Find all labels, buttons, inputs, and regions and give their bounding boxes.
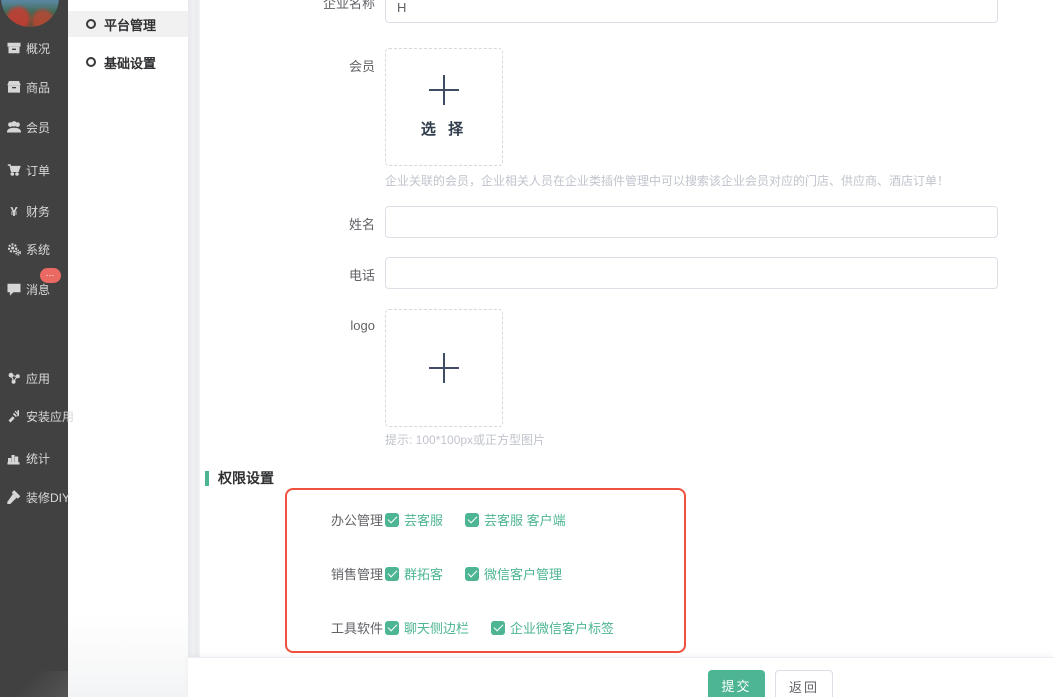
name-input[interactable] xyxy=(385,206,998,238)
sidebar-item-label: 概况 xyxy=(26,40,50,57)
name-label: 姓名 xyxy=(200,214,375,233)
checkbox-wechat-customer-mgmt[interactable]: 微信客户管理 xyxy=(465,564,562,583)
stats-icon xyxy=(7,451,21,465)
primary-sidebar: 概况 商品 会员 订单 财务 系统 消息 … xyxy=(0,0,68,697)
apps-icon xyxy=(7,371,21,385)
checkbox-quntuoke[interactable]: 群拓客 xyxy=(385,564,443,583)
section-bar-icon xyxy=(205,471,209,486)
phone-label: 电话 xyxy=(200,265,375,284)
submenu-item-basic-settings[interactable]: 基础设置 xyxy=(68,49,188,75)
member-label: 会员 xyxy=(200,56,375,75)
sidebar-item-label: 系统 xyxy=(26,241,50,258)
system-icon xyxy=(7,242,21,256)
sidebar-item-label: 应用 xyxy=(26,370,50,387)
radio-circle-icon xyxy=(86,19,96,29)
scrollbar-track[interactable] xyxy=(188,0,200,697)
sidebar-item-label: 财务 xyxy=(26,203,50,220)
members-icon xyxy=(7,120,21,134)
plus-icon xyxy=(429,75,459,105)
checkbox-yunkefu[interactable]: 芸客服 xyxy=(385,510,443,529)
secondary-sidebar: 平台管理 基础设置 xyxy=(68,0,188,697)
sidebar-item-decorate-diy[interactable]: 装修DIY xyxy=(7,487,70,507)
logo-hint: 提示: 100*100px或正方型图片 xyxy=(385,431,545,448)
perm-group-label-sales: 销售管理 xyxy=(331,564,383,583)
submit-button[interactable]: 提交 xyxy=(708,670,765,697)
sidebar-item-apps[interactable]: 应用 xyxy=(7,368,50,388)
company-name-input[interactable] xyxy=(385,0,998,23)
perm-options-tools: 聊天侧边栏 企业微信客户标签 xyxy=(385,618,614,637)
sidebar-item-label: 统计 xyxy=(26,450,50,467)
checkbox-checked-icon[interactable] xyxy=(385,567,399,581)
submenu-item-label: 基础设置 xyxy=(104,53,156,72)
permissions-section-header: 权限设置 xyxy=(205,468,274,488)
radio-circle-icon xyxy=(86,57,96,67)
sidebar-item-label: 安装应用 xyxy=(26,408,74,425)
sidebar-item-members[interactable]: 会员 xyxy=(7,117,50,137)
sidebar-item-overview[interactable]: 概况 xyxy=(7,38,50,58)
sidebar-item-label: 订单 xyxy=(26,162,50,179)
sidebar-item-label: 商品 xyxy=(26,79,50,96)
avatar[interactable] xyxy=(1,0,59,27)
sidebar-item-statistics[interactable]: 统计 xyxy=(7,448,50,468)
member-picker-box[interactable]: 选 择 xyxy=(385,48,503,166)
sidebar-item-finance[interactable]: 财务 xyxy=(7,201,50,221)
sidebar-item-label: 会员 xyxy=(26,119,50,136)
checkbox-chat-sidebar[interactable]: 聊天侧边栏 xyxy=(385,618,469,637)
choose-button[interactable]: 选 择 xyxy=(421,118,467,139)
perm-group-label-tools: 工具软件 xyxy=(331,618,383,637)
overview-icon xyxy=(7,41,21,55)
form-footer: 提交 返回 xyxy=(188,657,1054,697)
checkbox-checked-icon[interactable] xyxy=(465,567,479,581)
logo-upload-box[interactable] xyxy=(385,309,503,427)
perm-options-sales: 群拓客 微信客户管理 xyxy=(385,564,562,583)
sidebar-item-label: 装修DIY xyxy=(26,489,70,506)
company-name-label: 企业名称 xyxy=(200,0,375,12)
submenu-item-label: 平台管理 xyxy=(104,15,156,34)
sidebar-item-orders[interactable]: 订单 xyxy=(7,160,50,180)
checkbox-checked-icon[interactable] xyxy=(465,513,479,527)
plus-icon xyxy=(429,353,459,383)
back-button[interactable]: 返回 xyxy=(775,670,833,697)
sidebar-item-system[interactable]: 系统 xyxy=(7,239,50,259)
sidebar-item-install-apps[interactable]: 安装应用 xyxy=(7,406,74,426)
goods-icon xyxy=(7,80,21,94)
phone-input[interactable] xyxy=(385,257,998,289)
logo-label: logo xyxy=(200,318,375,333)
orders-icon xyxy=(7,163,21,177)
checkbox-enterprise-wechat-tags[interactable]: 企业微信客户标签 xyxy=(491,618,614,637)
finance-icon xyxy=(7,204,21,218)
checkbox-checked-icon[interactable] xyxy=(385,513,399,527)
perm-group-label-office: 办公管理 xyxy=(331,510,383,529)
install-icon xyxy=(7,409,21,423)
sidebar-item-goods[interactable]: 商品 xyxy=(7,77,50,97)
sidebar-item-label: 消息 xyxy=(26,281,50,298)
member-hint: 企业关联的会员，企业相关人员在企业类插件管理中可以搜索该企业会员对应的门店、供应… xyxy=(385,172,949,189)
permissions-title: 权限设置 xyxy=(218,468,274,488)
perm-options-office: 芸客服 芸客服 客户端 xyxy=(385,510,566,529)
message-icon xyxy=(7,282,21,296)
unread-messages-badge[interactable]: … xyxy=(40,268,61,283)
submenu-item-platform-management[interactable]: 平台管理 xyxy=(68,11,188,37)
checkbox-checked-icon[interactable] xyxy=(491,621,505,635)
checkbox-checked-icon[interactable] xyxy=(385,621,399,635)
checkbox-yunkefu-client[interactable]: 芸客服 客户端 xyxy=(465,510,566,529)
decorate-icon xyxy=(7,490,21,504)
enterprise-form: 企业名称 会员 选 择 企业关联的会员，企业相关人员在企业类插件管理中可以搜索该… xyxy=(200,0,1054,697)
